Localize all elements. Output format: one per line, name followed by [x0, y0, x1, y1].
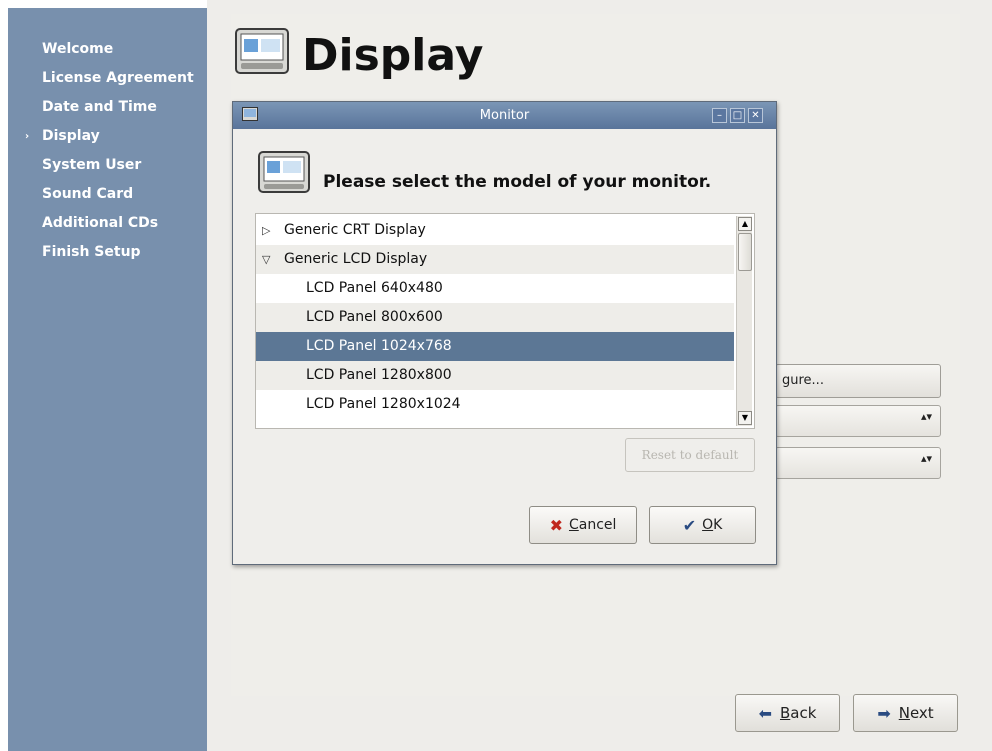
sidebar-step-license-agreement: License Agreement	[8, 64, 207, 93]
spin-arrows-icon: ▴▾	[920, 452, 932, 465]
tree-row[interactable]: LCD Panel 800x600	[256, 303, 734, 332]
tree-row-label: LCD Panel 1280x800	[306, 367, 452, 383]
color-depth-select[interactable]: ▴▾	[775, 447, 941, 479]
page-title: Display	[302, 30, 484, 81]
ok-button-label: OK	[702, 517, 723, 533]
collapsed-arrow-icon[interactable]: ▷	[262, 216, 270, 245]
cancel-button-label: Cancel	[568, 517, 617, 533]
maximize-button[interactable]: □	[730, 108, 745, 123]
tree-row-label: Generic LCD Display	[284, 251, 428, 267]
sidebar-step-label: Sound Card	[42, 186, 134, 202]
sidebar-step-welcome: Welcome	[8, 35, 207, 64]
tree-row[interactable]: LCD Panel 1280x800	[256, 361, 734, 390]
sidebar-step-sound-card: Sound Card	[8, 180, 207, 209]
cancel-x-icon: ✖	[549, 515, 563, 535]
arrow-right-icon: ➡	[877, 703, 891, 723]
tree-row[interactable]: LCD Panel 1280x1024	[256, 390, 734, 419]
sidebar-step-label: Date and Time	[42, 99, 157, 115]
sidebar-step-display: › Display	[8, 122, 207, 151]
minimize-button[interactable]: –	[712, 108, 727, 123]
tree-row-label: LCD Panel 1024x768	[306, 338, 452, 354]
monitor-icon	[258, 151, 310, 193]
ok-check-icon: ✔	[682, 515, 697, 535]
current-step-arrow-icon: ›	[25, 131, 30, 142]
scroll-up-button[interactable]: ▲	[738, 217, 752, 231]
scroll-down-button[interactable]: ▼	[738, 411, 752, 425]
expanded-arrow-icon[interactable]: ▽	[262, 245, 270, 274]
tree-row-label: Generic CRT Display	[284, 222, 426, 238]
sidebar-step-date-and-time: Date and Time	[8, 93, 207, 122]
cancel-button[interactable]: ✖ Cancel	[529, 506, 637, 544]
dialog-title: Monitor	[479, 108, 530, 123]
sidebar-step-finish-setup: Finish Setup	[8, 238, 207, 267]
monitor-tree-rows: ▷ Generic CRT Display ▽ Generic LCD Display…	[256, 216, 734, 419]
reset-to-default-button[interactable]: Reset to default	[625, 438, 755, 472]
tree-row-label: LCD Panel 800x600	[306, 309, 443, 325]
vertical-scrollbar[interactable]: ▲ ▼	[736, 216, 752, 426]
configure-button[interactable]: gure...	[775, 364, 941, 398]
sidebar-step-label: Display	[42, 128, 100, 144]
sidebar-step-label: License Agreement	[42, 70, 194, 86]
resolution-select[interactable]: ▴▾	[775, 405, 941, 437]
tree-row[interactable]: ▷ Generic CRT Display	[256, 216, 734, 245]
monitor-dialog: Monitor – □ ✕ Please select the model of…	[232, 101, 777, 565]
setup-steps-list: Welcome License Agreement Date and Time › Di…	[8, 35, 207, 267]
back-button[interactable]: ⬅ Back	[735, 694, 840, 732]
sidebar-step-label: System User	[42, 157, 142, 173]
dialog-prompt: Please select the model of your monitor.	[323, 172, 712, 192]
next-button-label: Next	[898, 704, 934, 722]
spin-arrows-icon: ▴▾	[920, 410, 932, 423]
tree-row[interactable]: LCD Panel 1024x768	[256, 332, 734, 361]
tree-row-label: LCD Panel 640x480	[306, 280, 443, 296]
arrow-left-icon: ⬅	[758, 703, 772, 723]
tree-row[interactable]: ▽ Generic LCD Display	[256, 245, 734, 274]
sidebar-step-additional-cds: Additional CDs	[8, 209, 207, 238]
sidebar-step-system-user: System User	[8, 151, 207, 180]
monitor-tree-list[interactable]: ▷ Generic CRT Display ▽ Generic LCD Display…	[255, 213, 755, 429]
sidebar-step-label: Additional CDs	[42, 215, 159, 231]
monitor-icon	[235, 28, 289, 74]
sidebar: Welcome License Agreement Date and Time › Di…	[8, 8, 207, 751]
sidebar-step-label: Welcome	[42, 41, 114, 57]
tree-row-label: LCD Panel 1280x1024	[306, 396, 461, 412]
scrollbar-thumb[interactable]	[738, 233, 752, 271]
configure-button-label: gure...	[782, 373, 824, 388]
tree-row[interactable]: LCD Panel 640x480	[256, 274, 734, 303]
close-button[interactable]: ✕	[748, 108, 763, 123]
back-button-label: Back	[779, 704, 817, 722]
dialog-titlebar[interactable]: Monitor – □ ✕	[233, 102, 776, 129]
next-button[interactable]: ➡ Next	[853, 694, 958, 732]
sidebar-step-label: Finish Setup	[42, 244, 141, 260]
ok-button[interactable]: ✔ OK	[649, 506, 756, 544]
